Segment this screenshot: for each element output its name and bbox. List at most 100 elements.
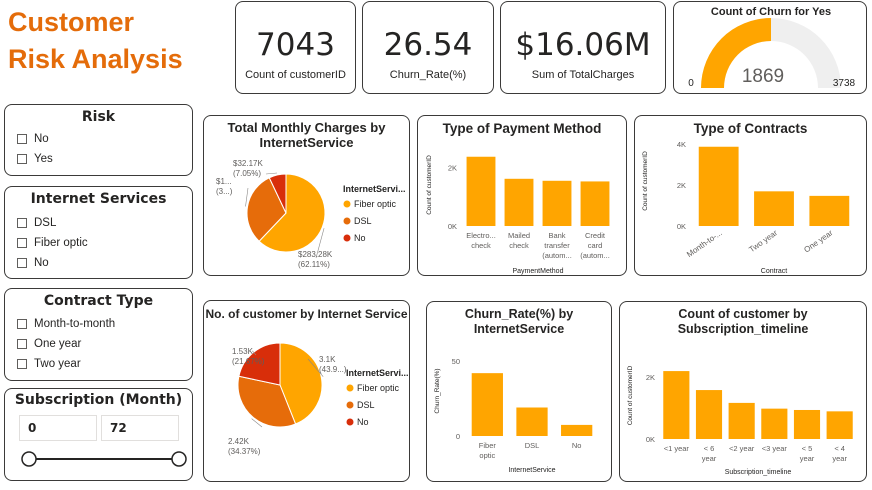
bar xyxy=(826,411,853,439)
range-min-input[interactable]: 0 xyxy=(19,415,97,441)
slicer-option-month-to-month[interactable]: Month-to-month xyxy=(17,318,115,330)
bar xyxy=(695,390,723,439)
bar-chart-churn: 0 50 Churn_Rate(%) Fiberoptic DSL No InternetS… xyxy=(434,357,593,474)
legend-marker xyxy=(343,234,351,242)
slicer-title: Contract Type xyxy=(43,293,154,309)
kpi-value: 26.54 xyxy=(383,27,473,63)
x-tick-label: No xyxy=(572,441,582,450)
checkbox[interactable] xyxy=(17,238,27,248)
kpi-card-customer-count[interactable]: 7043 Count of customerID xyxy=(235,1,356,94)
data-label: (62.11%) xyxy=(298,260,330,269)
legend-label: Fiber optic xyxy=(357,383,400,393)
x-tick-label: DSL xyxy=(525,441,540,450)
slicer-title: Risk xyxy=(81,109,116,125)
bar xyxy=(793,409,821,439)
legend-title: InternetServi... xyxy=(346,368,409,378)
x-axis-label: Subscription_timeline xyxy=(725,469,792,476)
slider-handle-max[interactable] xyxy=(171,451,187,467)
bar xyxy=(516,407,548,436)
bar xyxy=(761,408,788,439)
bar xyxy=(698,146,739,226)
gauge-min: 0 xyxy=(688,78,694,89)
slicer-risk: Risk No Yes xyxy=(4,104,193,176)
y-axis-label: Count of customerID xyxy=(642,151,649,211)
data-label: (7.05%) xyxy=(233,169,261,178)
x-tick-label: Two year xyxy=(747,228,779,254)
checkbox[interactable] xyxy=(17,154,27,164)
data-label: (3...) xyxy=(216,187,233,196)
gauge-max: 3738 xyxy=(833,78,856,89)
kpi-value: $16.06M xyxy=(515,27,651,63)
gauge-svg: Count of Churn for Yes 1869 0 3738 xyxy=(688,6,856,89)
gauge-card[interactable]: Count of Churn for Yes 1869 0 3738 xyxy=(673,1,867,94)
slicer-title: Subscription (Month) xyxy=(14,392,183,408)
slicer-option-dsl[interactable]: DSL xyxy=(17,217,56,229)
bar xyxy=(542,180,572,226)
chart-churn-rate-internet[interactable]: Churn_Rate(%) by InternetService 0 50 Chur… xyxy=(426,301,612,482)
x-tick-label: < 5 xyxy=(802,444,813,453)
legend-label: Fiber optic xyxy=(354,199,397,209)
slicer-subscription-month: Subscription (Month) 0 72 xyxy=(4,388,193,481)
kpi-card-total-charges[interactable]: $16.06M Sum of TotalCharges xyxy=(500,1,666,94)
gauge-value: 1869 xyxy=(742,66,784,87)
y-tick-label: 2K xyxy=(646,373,655,382)
pie-chart-2: 3.1K(43.9...) 2.42K(34.37%) 1.53K(21.67%) I… xyxy=(228,342,409,456)
x-tick-label: < 4 xyxy=(834,444,845,453)
bar xyxy=(754,191,794,226)
bar xyxy=(728,402,755,439)
data-label: 2.42K xyxy=(228,437,250,446)
kpi-label: Count of customerID xyxy=(245,69,346,81)
y-tick-label: 0K xyxy=(646,435,655,444)
range-max-input[interactable]: 72 xyxy=(101,415,179,441)
legend-marker xyxy=(346,401,354,409)
chart-contracts[interactable]: Type of Contracts 0K 2K 4K Count of custome… xyxy=(634,115,867,276)
leader-line xyxy=(265,172,278,175)
range-slider[interactable] xyxy=(5,445,194,475)
slicer-option-one-year[interactable]: One year xyxy=(17,338,81,350)
x-tick-label: Mailed xyxy=(508,231,530,240)
y-tick-label: 2K xyxy=(677,181,686,190)
x-tick-label: Bank xyxy=(548,231,565,240)
bar xyxy=(809,195,850,226)
checkbox[interactable] xyxy=(17,319,27,329)
chart-customers-internet-pie[interactable]: No. of customer by Internet Service 3.1K… xyxy=(203,300,410,482)
checkbox[interactable] xyxy=(17,258,27,268)
slicer-option-two-year[interactable]: Two year xyxy=(17,358,81,370)
slider-handle-min[interactable] xyxy=(21,451,37,467)
data-label: (43.9...) xyxy=(319,365,347,374)
checkbox[interactable] xyxy=(17,339,27,349)
y-tick-label: 50 xyxy=(452,357,460,366)
slicer-option-no[interactable]: No xyxy=(17,133,49,145)
x-tick-label: < 6 xyxy=(704,444,715,453)
slicer-option-fiber-optic[interactable]: Fiber optic xyxy=(17,237,88,249)
y-tick-label: 0K xyxy=(677,222,686,231)
x-tick-label: <3 year xyxy=(762,444,788,453)
legend-label: No xyxy=(357,417,369,427)
chart-subscription-timeline[interactable]: Count of customer by Subscription_timeli… xyxy=(619,301,867,482)
checkbox[interactable] xyxy=(17,218,27,228)
x-tick-label: year xyxy=(832,454,847,463)
pie-chart-1: $283.28K(62.11%) $1...(3...) $32.17K(7.05%… xyxy=(216,159,406,269)
bar-chart-payment: 0K2KCount of customerIDElectro...checkMa… xyxy=(426,155,610,275)
x-tick-label: (autom... xyxy=(580,251,610,260)
chart-payment-method[interactable]: Type of Payment Method 0K 2K Count of cust… xyxy=(417,115,627,276)
data-label: $32.17K xyxy=(233,159,263,168)
kpi-card-churn-rate[interactable]: 26.54 Churn_Rate(%) xyxy=(362,1,494,94)
page-title: Customer Risk Analysis xyxy=(8,4,183,78)
x-axis-label: PaymentMethod xyxy=(513,268,564,275)
page-title-line1: Customer xyxy=(8,7,135,37)
legend-marker xyxy=(346,418,354,426)
slicer-option-yes[interactable]: Yes xyxy=(17,153,53,165)
x-tick-label: One year xyxy=(802,228,834,254)
bar xyxy=(471,373,503,436)
kpi-value: 7043 xyxy=(256,27,335,63)
x-tick-label: transfer xyxy=(544,241,570,250)
chart-monthly-charges-pie[interactable]: Total Monthly Charges by InternetService… xyxy=(203,115,410,276)
x-tick-label: Fiber xyxy=(479,441,497,450)
checkbox[interactable] xyxy=(17,359,27,369)
data-label: (21.67%) xyxy=(232,357,265,366)
slicer-option-no[interactable]: No xyxy=(17,257,49,269)
checkbox[interactable] xyxy=(17,134,27,144)
slicer-title: Internet Services xyxy=(30,191,167,207)
x-tick-label: card xyxy=(588,241,603,250)
